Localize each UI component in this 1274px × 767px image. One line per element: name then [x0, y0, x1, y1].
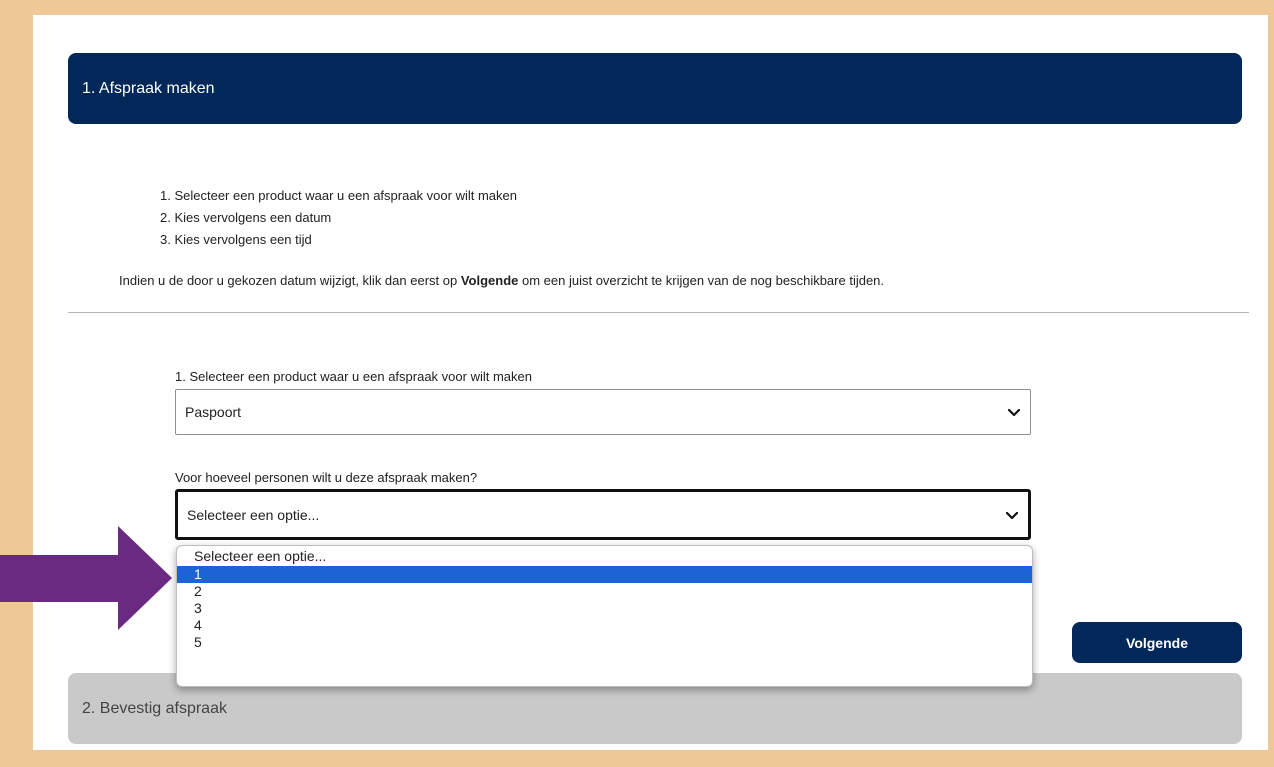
- divider: [68, 312, 1249, 313]
- persons-dropdown-list[interactable]: Selecteer een optie... 1 2 3 4 5: [176, 545, 1033, 687]
- instruction-step: 3. Kies vervolgens een tijd: [160, 232, 312, 247]
- dropdown-option[interactable]: 4: [177, 617, 1032, 634]
- dropdown-option[interactable]: 2: [177, 583, 1032, 600]
- dropdown-option-highlighted[interactable]: 1: [177, 566, 1032, 583]
- page-frame: 1. Afspraak maken 1. Selecteer een produ…: [33, 15, 1268, 750]
- dropdown-option[interactable]: 5: [177, 634, 1032, 651]
- instruction-step: 1. Selecteer een product waar u een afsp…: [160, 188, 517, 203]
- section-header-appointment[interactable]: 1. Afspraak maken: [68, 53, 1242, 124]
- dropdown-option[interactable]: 3: [177, 600, 1032, 617]
- chevron-down-icon: [1005, 507, 1019, 523]
- notice-text-before: Indien u de door u gekozen datum wijzigt…: [119, 273, 461, 288]
- persons-field-label: Voor hoeveel personen wilt u deze afspra…: [175, 470, 478, 485]
- notice-text-bold: Volgende: [460, 273, 519, 288]
- arrow-right-icon: [0, 526, 175, 635]
- chevron-down-icon: [1007, 404, 1021, 420]
- notice-text-after: om een juist overzicht te krijgen van de…: [518, 273, 885, 288]
- product-select-value: Paspoort: [185, 404, 242, 420]
- instruction-steps: 1. Selecteer een product waar u een afsp…: [160, 185, 517, 251]
- next-button[interactable]: Volgende: [1072, 622, 1242, 663]
- persons-select[interactable]: Selecteer een optie...: [175, 489, 1031, 540]
- product-field-label: 1. Selecteer een product waar u een afsp…: [175, 369, 532, 384]
- dropdown-option[interactable]: Selecteer een optie...: [177, 546, 1032, 566]
- instruction-step: 2. Kies vervolgens een datum: [160, 210, 332, 225]
- product-select[interactable]: Paspoort: [175, 389, 1031, 435]
- date-change-notice: Indien u de door u gekozen datum wijzigt…: [119, 273, 884, 288]
- persons-select-value: Selecteer een optie...: [187, 506, 320, 523]
